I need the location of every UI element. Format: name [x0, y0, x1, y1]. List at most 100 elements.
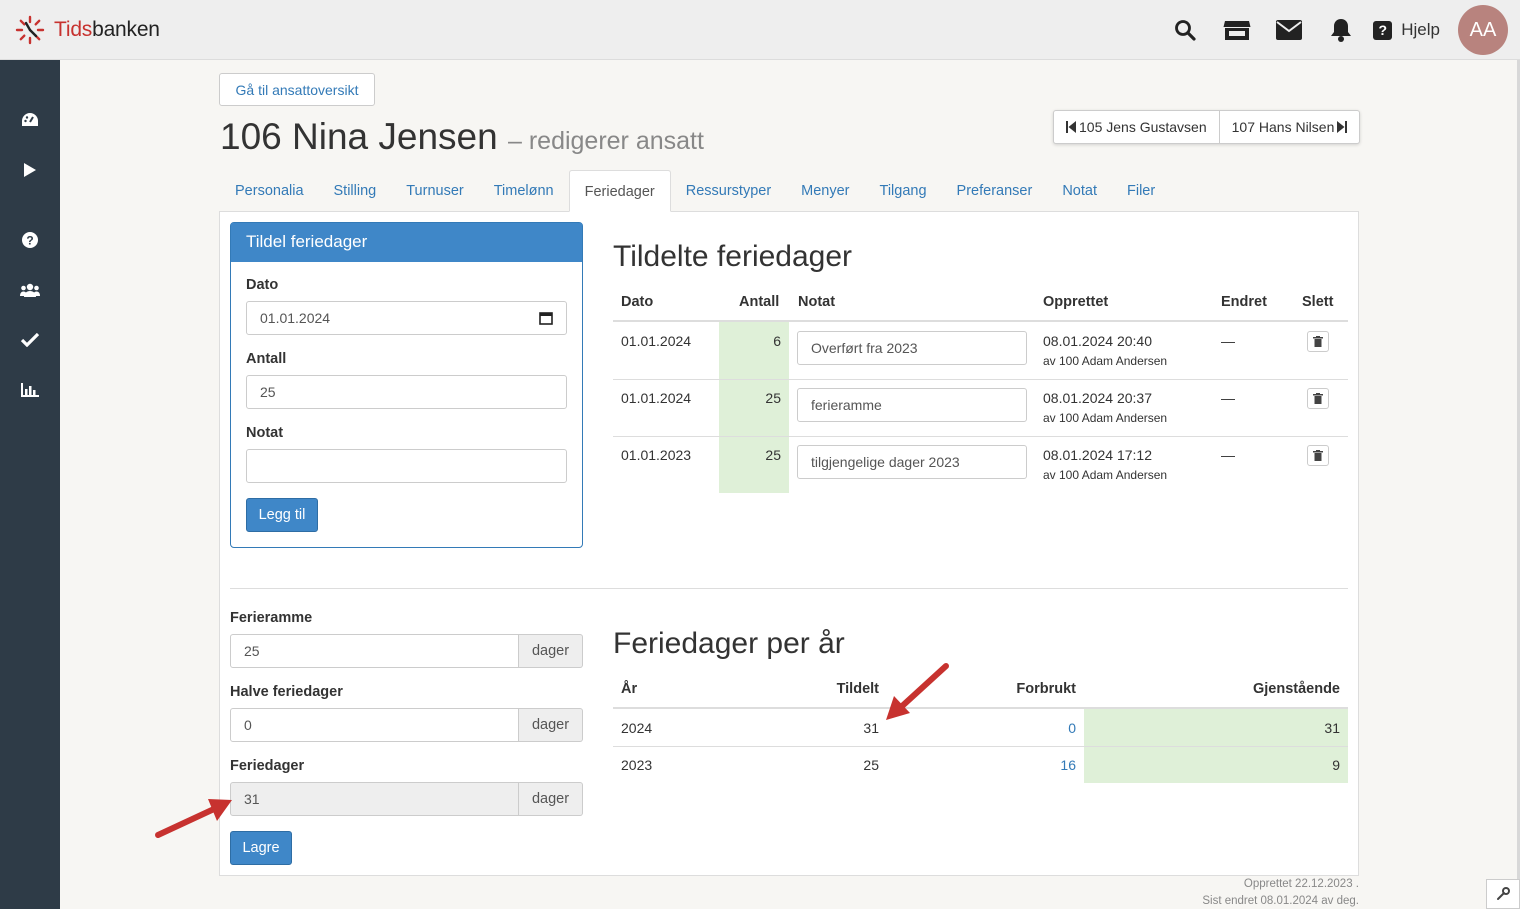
changed-info: Sist endret 08.01.2024 av deg.	[1202, 895, 1359, 907]
step-backward-icon	[1066, 121, 1076, 133]
sidebar: ?	[0, 60, 60, 909]
vacation-days-input-group: 31 dager	[230, 782, 583, 816]
tab-personalia[interactable]: Personalia	[220, 170, 319, 212]
row-note-input[interactable]: Overført fra 2023	[797, 331, 1027, 365]
tab-feriedager[interactable]: Feriedager	[568, 170, 671, 212]
half-days-input-group: 0 dager	[230, 708, 583, 742]
vacation-days-unit: dager	[519, 782, 583, 816]
row-created: 08.01.2024 20:37	[1043, 390, 1152, 406]
tab-menyer[interactable]: Menyer	[786, 170, 864, 212]
remaining-cell: 31	[1324, 720, 1340, 736]
save-button[interactable]: Lagre	[230, 831, 292, 865]
logo-mark-icon	[15, 15, 45, 45]
row-created-by: av 100 Adam Andersen	[1043, 354, 1168, 368]
brand-logo[interactable]: Tidsbanken	[14, 14, 160, 46]
search-icon[interactable]	[1159, 0, 1211, 60]
employee-name: 106 Nina Jensen	[220, 116, 498, 157]
tab-bar: Personalia Stilling Turnuser Timelønn Fe…	[220, 170, 1170, 212]
tab-filer[interactable]: Filer	[1112, 170, 1170, 212]
count-label: Antall	[246, 351, 287, 367]
assign-card-title: Tildel feriedager	[231, 223, 582, 262]
envelope-icon[interactable]	[1263, 0, 1315, 60]
vacation-days-input: 31	[230, 782, 519, 816]
dashboard-icon[interactable]	[0, 105, 60, 135]
created-info: Opprettet 22.12.2023 .	[1243, 878, 1359, 890]
row-note-input[interactable]: ferieramme	[797, 388, 1027, 422]
frame-unit: dager	[519, 634, 583, 668]
calendar-icon[interactable]	[539, 311, 553, 325]
step-forward-icon	[1337, 121, 1348, 133]
frame-input[interactable]: 25	[230, 634, 519, 668]
assigned-heading: Tildelte feriedager	[613, 240, 853, 273]
question-icon: ?	[1373, 20, 1393, 40]
frame-label: Ferieramme	[230, 610, 313, 626]
store-icon[interactable]	[1211, 0, 1263, 60]
vacation-days-label: Feriedager	[230, 758, 305, 774]
annotation-arrow-icon	[886, 663, 949, 720]
top-bar: Tidsbanken ? Hjelp AA	[0, 0, 1520, 60]
date-label: Dato	[246, 277, 279, 293]
row-created-by: av 100 Adam Andersen	[1043, 411, 1168, 425]
row-divider	[613, 436, 1348, 437]
used-link[interactable]: 0	[976, 720, 1076, 736]
count-input[interactable]: 25	[246, 375, 567, 409]
tab-stilling[interactable]: Stilling	[319, 170, 392, 212]
row-changed: —	[1221, 333, 1235, 349]
tab-ressurstyper[interactable]: Ressurstyper	[671, 170, 786, 212]
tab-turnuser[interactable]: Turnuser	[391, 170, 478, 212]
row-date: 01.01.2024	[621, 333, 692, 349]
section-divider	[230, 588, 1348, 589]
page-title: 106 Nina Jensen – redigerer ansatt	[220, 116, 704, 158]
tab-preferanser[interactable]: Preferanser	[942, 170, 1048, 212]
date-input[interactable]: 01.01.2024	[246, 301, 567, 335]
row-count: 25	[765, 390, 781, 406]
col-year: År	[621, 681, 638, 697]
tab-tilgang[interactable]: Tilgang	[865, 170, 942, 212]
add-button[interactable]: Legg til	[246, 498, 318, 532]
page-subtitle: – redigerer ansatt	[507, 127, 704, 155]
bell-icon[interactable]	[1315, 0, 1367, 60]
avatar[interactable]: AA	[1458, 5, 1508, 55]
next-employee-button[interactable]: 107 Hans Nilsen	[1218, 111, 1360, 143]
check-icon[interactable]	[0, 325, 60, 355]
trash-icon[interactable]	[1307, 388, 1329, 409]
frame-input-group: 25 dager	[230, 634, 583, 668]
note-label: Notat	[246, 425, 284, 441]
chart-icon[interactable]	[0, 375, 60, 405]
col-remaining: Gjenstående	[1252, 681, 1340, 697]
row-changed: —	[1221, 447, 1235, 463]
play-icon[interactable]	[0, 155, 60, 185]
used-link[interactable]: 16	[976, 757, 1076, 773]
date-value: 01.01.2024	[260, 310, 331, 326]
question-icon[interactable]: ?	[0, 225, 60, 255]
svg-text:?: ?	[26, 234, 33, 248]
employee-pager: 105 Jens Gustavsen 107 Hans Nilsen	[1053, 110, 1361, 144]
trash-icon[interactable]	[1307, 445, 1329, 466]
assigned-cell: 25	[863, 757, 879, 773]
col-count: Antall	[739, 294, 780, 310]
year-cell: 2024	[621, 720, 653, 736]
previous-employee-button[interactable]: 105 Jens Gustavsen	[1054, 111, 1219, 143]
note-input[interactable]	[246, 449, 567, 483]
row-created-by: av 100 Adam Andersen	[1043, 468, 1168, 482]
back-to-employees-button[interactable]: Gå til ansattoversikt	[219, 73, 375, 106]
users-icon[interactable]	[0, 275, 60, 305]
brand-name: Tidsbanken	[54, 18, 160, 41]
row-created: 08.01.2024 20:40	[1043, 333, 1152, 349]
help-link[interactable]: ? Hjelp	[1373, 20, 1440, 40]
help-label: Hjelp	[1401, 20, 1440, 39]
half-days-label: Halve feriedager	[230, 684, 343, 700]
row-note-input[interactable]: tilgjengelige dager 2023	[797, 445, 1027, 479]
trash-icon[interactable]	[1307, 331, 1329, 352]
col-changed: Endret	[1221, 294, 1267, 310]
annotation-arrow-icon	[155, 799, 232, 838]
wrench-icon[interactable]	[1486, 879, 1520, 909]
row-date: 01.01.2024	[621, 390, 692, 406]
col-note: Notat	[798, 294, 836, 310]
tab-timelonn[interactable]: Timelønn	[479, 170, 569, 212]
tab-notat[interactable]: Notat	[1047, 170, 1112, 212]
row-count: 6	[773, 333, 781, 349]
half-days-input[interactable]: 0	[230, 708, 519, 742]
next-employee-label: 107 Hans Nilsen	[1231, 119, 1335, 135]
assigned-cell: 31	[863, 720, 879, 736]
